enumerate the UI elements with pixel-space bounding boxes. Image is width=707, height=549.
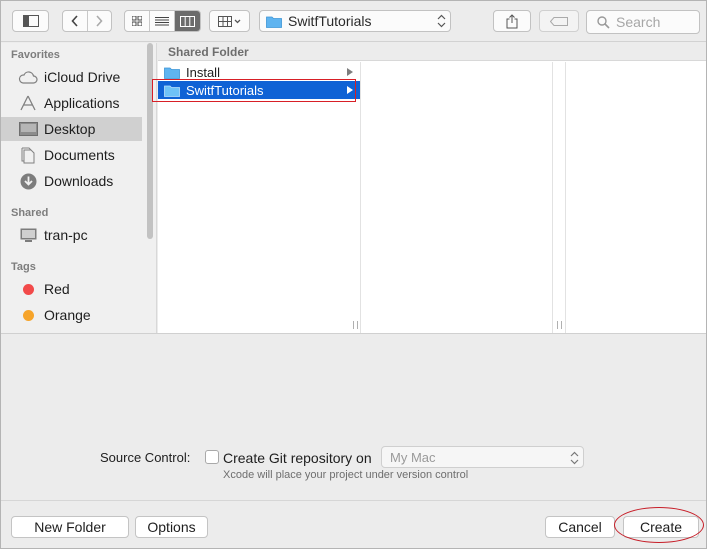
- git-location-popup[interactable]: My Mac: [381, 446, 584, 468]
- search-placeholder: Search: [616, 14, 661, 30]
- selection-highlight-annotation: [152, 79, 356, 102]
- arrange-button[interactable]: [209, 10, 250, 32]
- column-gap: [553, 62, 566, 333]
- sidebar-item-tag-orange[interactable]: Orange: [1, 303, 142, 327]
- list-view-button[interactable]: [150, 11, 175, 31]
- documents-icon: [17, 146, 39, 164]
- git-location-value: My Mac: [390, 449, 436, 465]
- search-icon: [597, 15, 610, 29]
- share-button[interactable]: [493, 10, 531, 32]
- create-git-label[interactable]: Create Git repository on: [223, 450, 372, 466]
- back-button[interactable]: [63, 11, 88, 31]
- sidebar-item-downloads[interactable]: Downloads: [1, 169, 142, 193]
- sidebar-item-label: Red: [44, 281, 70, 297]
- arrange-grid-icon: [217, 15, 240, 27]
- forward-button[interactable]: [88, 11, 112, 31]
- sidebar-item-desktop[interactable]: Desktop: [1, 117, 142, 141]
- list-icon: [155, 16, 169, 25]
- back-forward-control: [62, 10, 112, 32]
- options-button[interactable]: Options: [135, 516, 208, 538]
- column-view-button[interactable]: [175, 11, 200, 31]
- applications-icon: [17, 94, 39, 112]
- search-field[interactable]: Search: [586, 10, 700, 34]
- new-folder-button[interactable]: New Folder: [11, 516, 129, 538]
- orange-tag-dot-icon: [17, 306, 39, 324]
- computer-icon: [17, 226, 39, 244]
- column-3: [567, 62, 706, 333]
- location-label: SwitfTutorials: [288, 13, 372, 29]
- source-control-hint: Xcode will place your project under vers…: [223, 469, 469, 481]
- folder-icon: [164, 67, 180, 79]
- bottom-bar-divider: [1, 500, 706, 501]
- cloud-icon: [17, 68, 39, 86]
- location-popup[interactable]: SwitfTutorials: [259, 10, 451, 32]
- sidebar-item-label: iCloud Drive: [44, 69, 121, 85]
- column-1: Install SwitfTutorials: [158, 62, 361, 333]
- tag-icon: [550, 16, 568, 26]
- sidebar-item-documents[interactable]: Documents: [1, 143, 142, 167]
- chevron-right-icon: [96, 15, 103, 27]
- up-down-arrows-icon: [437, 14, 446, 28]
- folder-name: Install: [186, 64, 220, 80]
- column-resize-handle[interactable]: [557, 321, 562, 329]
- sidebar-icon: [22, 15, 39, 27]
- sidebar-item-label: tran-pc: [44, 227, 88, 243]
- sidebar-item-tag-red[interactable]: Red: [1, 277, 142, 301]
- favorites-heading: Favorites: [11, 49, 60, 61]
- shared-heading: Shared: [11, 207, 49, 219]
- sidebar-item-icloud-drive[interactable]: iCloud Drive: [1, 65, 142, 89]
- tags-heading: Tags: [11, 261, 36, 273]
- red-tag-dot-icon: [17, 280, 39, 298]
- up-down-arrows-icon: [570, 451, 579, 465]
- source-control-label: Source Control:: [100, 450, 191, 465]
- desktop-icon: [17, 120, 39, 138]
- share-icon: [506, 13, 518, 28]
- columns-icon: [180, 15, 195, 27]
- tag-button[interactable]: [539, 10, 579, 32]
- scrollbar-thumb[interactable]: [147, 43, 153, 239]
- sidebar-item-applications[interactable]: Applications: [1, 91, 142, 115]
- sidebar-item-label: Desktop: [44, 121, 96, 137]
- sidebar: Favorites iCloud Drive Applications Desk…: [1, 43, 157, 333]
- sidebar-scrollbar[interactable]: [146, 43, 154, 243]
- column-2: [361, 62, 562, 333]
- chevron-left-icon: [71, 15, 78, 27]
- sidebar-item-label: Applications: [44, 95, 120, 111]
- create-git-checkbox[interactable]: [205, 450, 219, 464]
- toolbar: SwitfTutorials Search: [1, 1, 706, 42]
- create-highlight-annotation: [614, 507, 704, 543]
- divider: [1, 333, 706, 334]
- sidebar-item-label: Downloads: [44, 173, 114, 189]
- sidebar-item-label: Documents: [44, 147, 115, 163]
- sidebar-item-tran-pc[interactable]: tran-pc: [1, 223, 142, 247]
- cancel-button[interactable]: Cancel: [545, 516, 615, 538]
- sidebar-toggle-button[interactable]: [12, 10, 49, 32]
- icon-view-button[interactable]: [125, 11, 150, 31]
- column-resize-handle[interactable]: [353, 321, 358, 329]
- folder-icon: [266, 16, 282, 28]
- downloads-icon: [17, 172, 39, 190]
- grid-icon: [132, 16, 142, 26]
- view-mode-control: [124, 10, 201, 32]
- disclosure-arrow-icon: [347, 68, 353, 76]
- sidebar-item-label: Orange: [44, 307, 91, 323]
- column-heading: Shared Folder: [158, 43, 706, 61]
